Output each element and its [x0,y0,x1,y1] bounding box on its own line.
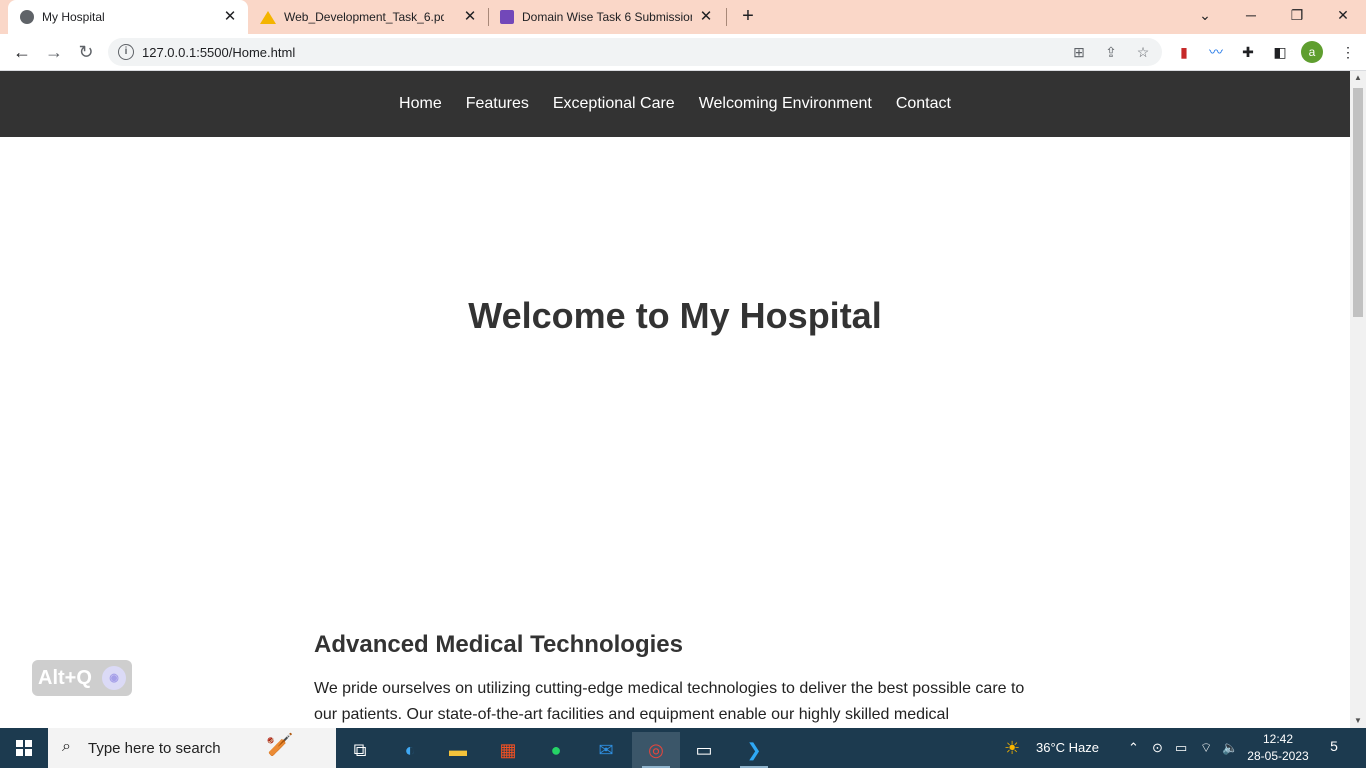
assistant-icon[interactable]: ◉ [102,666,126,690]
notification-icon[interactable]: 5 [1322,738,1346,758]
tab-separator [488,8,489,26]
nav-link-welcoming-environment[interactable]: Welcoming Environment [687,71,884,137]
hero-title: Welcome to My Hospital [468,295,882,336]
cricket-doodle-icon: 🏏 [266,732,294,757]
task-view-icon[interactable]: ⧉ [336,732,384,768]
start-button[interactable] [0,728,48,768]
nav-link-exceptional-care[interactable]: Exceptional Care [541,71,687,137]
tab-title: My Hospital [42,10,105,24]
side-panel-icon[interactable]: ◧ [1270,42,1290,62]
google-forms-icon [500,10,514,24]
scroll-thumb[interactable] [1353,88,1363,317]
page-scrollbar[interactable]: ▲ ▼ [1350,71,1366,728]
windows-taskbar: ⌕ Type here to search 🏏 ⧉ ◐ ▬ ▦ ● ✉ ◎ ▭ … [0,728,1366,768]
share-icon[interactable]: ⇪ [1102,43,1120,61]
extensions-puzzle-icon[interactable]: ✚ [1238,42,1258,62]
store-icon[interactable]: ▦ [484,732,532,768]
taskbar-search[interactable]: ⌕ Type here to search 🏏 [48,728,336,768]
tab-separator [726,8,727,26]
section-paragraph: We pride ourselves on utilizing cutting-… [314,680,1025,723]
google-drive-icon [260,10,276,24]
section-heading: Advanced Medical Technologies [314,631,683,658]
file-explorer-icon[interactable]: ▬ [434,732,482,768]
new-tab-button[interactable]: + [737,5,759,27]
windows-logo-icon [16,740,32,756]
tab-my-hospital[interactable]: My Hospital ✕ [8,0,248,34]
clock-date: 28-05-2023 [1247,749,1309,763]
browser-menu-icon[interactable]: ⋮ [1338,42,1358,62]
clock-time: 12:42 [1262,732,1294,746]
tab-search-icon[interactable]: ⌄ [1182,0,1228,30]
globe-icon [20,10,34,24]
extension-wave-icon[interactable]: 〰 [1206,42,1226,62]
tab-title: Web_Development_Task_6.pdf - G [284,10,444,24]
reload-icon[interactable]: ↻ [73,39,99,65]
url-text[interactable]: 127.0.0.1:5500/Home.html [142,45,295,60]
terminal-icon[interactable]: ▭ [680,732,728,768]
browser-toolbar: ← → ↻ i 127.0.0.1:5500/Home.html ⊞ ⇪ ☆ ▮… [0,34,1366,71]
wifi-icon[interactable]: ⌔ [1200,728,1212,768]
alt-q-overlay[interactable]: Alt+Q ◉ [32,660,132,696]
notification-count: 5 [1330,738,1338,754]
advanced-tech-section: Advanced Medical Technologies We pride o… [314,631,1044,728]
bookmark-star-icon[interactable]: ☆ [1134,43,1152,61]
tab-web-dev-pdf[interactable]: Web_Development_Task_6.pdf - G ✕ [252,0,488,34]
meet-icon[interactable]: ⊙ [1152,728,1163,768]
close-tab-icon[interactable]: ✕ [222,9,238,25]
scroll-up-icon[interactable]: ▲ [1350,71,1366,85]
close-tab-icon[interactable]: ✕ [462,9,478,25]
site-info-icon[interactable]: i [118,44,134,60]
battery-icon[interactable]: ▭ [1175,728,1187,768]
vscode-icon[interactable]: ❯ [730,732,778,768]
whatsapp-icon[interactable]: ● [532,732,580,768]
taskbar-clock[interactable]: 12:42 28-05-2023 [1240,731,1316,765]
tab-domain-wise-task[interactable]: Domain Wise Task 6 Submission ✕ [492,0,724,34]
back-icon[interactable]: ← [9,39,35,65]
scroll-down-icon[interactable]: ▼ [1350,714,1366,728]
restore-button[interactable]: ❐ [1274,0,1320,30]
nav-link-features[interactable]: Features [454,71,541,137]
close-tab-icon[interactable]: ✕ [698,9,714,25]
extension-book-icon[interactable]: ▮ [1174,42,1194,62]
hero-section: Welcome to My Hospital [0,137,1350,501]
profile-avatar[interactable]: a [1301,41,1323,63]
tab-title: Domain Wise Task 6 Submission [522,10,692,24]
weather-text[interactable]: 36°C Haze [1036,728,1099,768]
mail-icon[interactable]: ✉ [582,732,630,768]
nav-link-contact[interactable]: Contact [884,71,963,137]
chrome-icon[interactable]: ◎ [632,732,680,768]
weather-icon[interactable]: ☀ [1004,728,1020,768]
translate-icon[interactable]: ⊞ [1070,43,1088,61]
tray-chevron-icon[interactable]: ⌃ [1128,728,1139,768]
site-nav: Home Features Exceptional Care Welcoming… [0,71,1350,137]
search-icon: ⌕ [62,738,71,755]
address-bar[interactable]: i 127.0.0.1:5500/Home.html ⊞ ⇪ ☆ [108,38,1162,66]
page-viewport: Home Features Exceptional Care Welcoming… [0,71,1350,728]
tab-strip: My Hospital ✕ Web_Development_Task_6.pdf… [0,0,1366,34]
alt-q-label: Alt+Q [38,667,92,689]
minimize-button[interactable]: ─ [1228,0,1274,30]
forward-icon[interactable]: → [41,39,67,65]
nav-link-home[interactable]: Home [387,71,454,137]
search-placeholder: Type here to search [88,740,221,757]
close-window-button[interactable]: ✕ [1320,0,1366,30]
edge-icon[interactable]: ◐ [386,732,434,768]
volume-icon[interactable]: 🔈 [1222,728,1238,768]
